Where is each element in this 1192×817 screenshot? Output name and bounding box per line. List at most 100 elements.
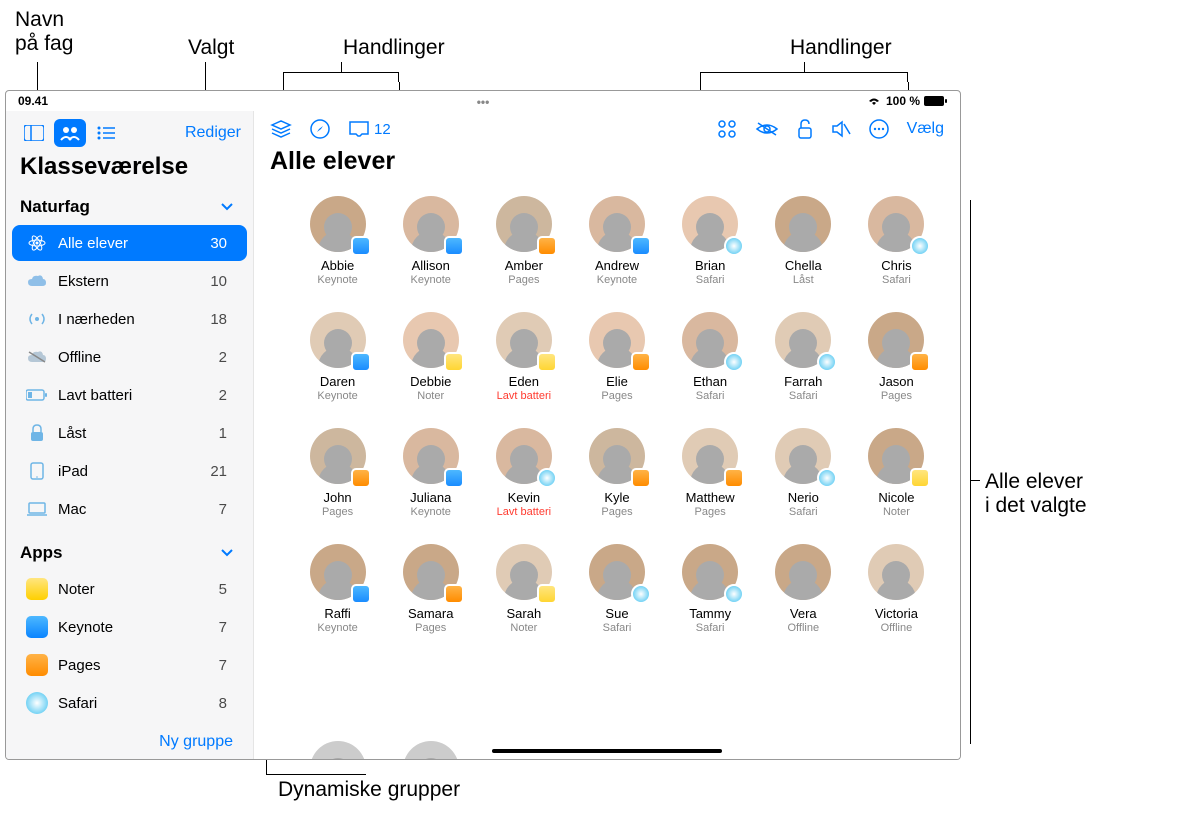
student-status: Safari: [789, 506, 818, 518]
student-card[interactable]: [387, 741, 474, 760]
callout-all-students: Alle elever i det valgte: [985, 470, 1087, 518]
avatar: [403, 741, 459, 760]
student-card[interactable]: AmberPages: [480, 196, 567, 286]
student-card[interactable]: EthanSafari: [667, 312, 754, 402]
student-status: Safari: [696, 274, 725, 286]
sidebar-item-label: Pages: [58, 657, 209, 674]
student-status: Safari: [696, 622, 725, 634]
noter-badge-icon: [910, 468, 930, 488]
edit-button[interactable]: Rediger: [185, 124, 241, 142]
view-sidebar-icon[interactable]: [18, 119, 50, 147]
sidebar-item-ipad[interactable]: iPad 21: [12, 453, 247, 489]
student-card[interactable]: SarahNoter: [480, 544, 567, 634]
keynote-badge-icon: [444, 236, 464, 256]
sidebar-item-locked[interactable]: Låst 1: [12, 415, 247, 451]
ipad-frame: 09.41 ••• 100 %: [5, 90, 961, 760]
student-grid-overflow: [254, 733, 960, 760]
callout-selected: Valgt: [188, 36, 234, 60]
new-group-button[interactable]: Ny gruppe: [6, 723, 253, 760]
student-card[interactable]: NicoleNoter: [853, 428, 940, 518]
student-card[interactable]: FarrahSafari: [760, 312, 847, 402]
student-status: Safari: [882, 274, 911, 286]
student-card[interactable]: RaffiKeynote: [294, 544, 381, 634]
student-name: Abbie: [321, 258, 354, 273]
student-card[interactable]: VeraOffline: [760, 544, 847, 634]
action-more-icon[interactable]: [869, 119, 889, 139]
action-grid-icon[interactable]: [717, 119, 737, 139]
sidebar-item-remote[interactable]: Ekstern 10: [12, 263, 247, 299]
sidebar-app-safari[interactable]: Safari 8: [12, 685, 247, 721]
student-status: Pages: [881, 390, 912, 402]
student-card[interactable]: JohnPages: [294, 428, 381, 518]
sidebar-item-lowbattery[interactable]: Lavt batteri 2: [12, 377, 247, 413]
student-card[interactable]: AndrewKeynote: [573, 196, 660, 286]
student-card[interactable]: KevinLavt batteri: [480, 428, 567, 518]
student-status: Pages: [508, 274, 539, 286]
student-name: Victoria: [875, 606, 918, 621]
action-hide-icon[interactable]: [755, 121, 779, 137]
student-card[interactable]: DarenKeynote: [294, 312, 381, 402]
student-card[interactable]: SueSafari: [573, 544, 660, 634]
action-open-app-icon[interactable]: [270, 119, 292, 139]
sidebar-item-count: 10: [210, 273, 227, 290]
student-name: Nerio: [788, 490, 819, 505]
sidebar-app-noter[interactable]: Noter 5: [12, 571, 247, 607]
view-list-icon[interactable]: [90, 119, 122, 147]
student-card[interactable]: VictoriaOffline: [853, 544, 940, 634]
sidebar-item-count: 5: [219, 581, 227, 598]
section-apps[interactable]: Apps: [6, 537, 253, 569]
student-name: Samara: [408, 606, 454, 621]
student-card[interactable]: KylePages: [573, 428, 660, 518]
student-card[interactable]: ChrisSafari: [853, 196, 940, 286]
student-card[interactable]: JulianaKeynote: [387, 428, 474, 518]
callout-subject: Navn på fag: [15, 8, 73, 56]
student-name: Nicole: [878, 490, 914, 505]
avatar: [775, 544, 831, 600]
sidebar-item-offline[interactable]: Offline 2: [12, 339, 247, 375]
action-unlock-icon[interactable]: [797, 119, 813, 139]
student-grid: AbbieKeynoteAllisonKeynoteAmberPagesAndr…: [254, 188, 960, 634]
select-button[interactable]: Vælg: [907, 120, 944, 138]
action-navigate-icon[interactable]: [310, 119, 330, 139]
student-card[interactable]: DebbieNoter: [387, 312, 474, 402]
student-card[interactable]: TammySafari: [667, 544, 754, 634]
student-status: Lavt batteri: [497, 390, 551, 402]
home-indicator[interactable]: [492, 749, 722, 753]
avatar: [775, 196, 831, 252]
status-bar: 09.41 ••• 100 %: [6, 91, 960, 111]
sidebar-app-keynote[interactable]: Keynote 7: [12, 609, 247, 645]
sidebar-item-count: 30: [210, 235, 227, 252]
sidebar-list-apps: Noter 5 Keynote 7 Pages 7 Safari 8: [6, 569, 253, 723]
student-card[interactable]: ChellaLåst: [760, 196, 847, 286]
student-card[interactable]: EdenLavt batteri: [480, 312, 567, 402]
battery-low-icon: [26, 384, 48, 406]
student-name: Matthew: [686, 490, 735, 505]
sidebar-item-all[interactable]: Alle elever 30: [12, 225, 247, 261]
sidebar-item-mac[interactable]: Mac 7: [12, 491, 247, 527]
action-mute-icon[interactable]: [831, 120, 851, 138]
section-subject[interactable]: Naturfag: [6, 191, 253, 223]
student-card[interactable]: EliePages: [573, 312, 660, 402]
student-card[interactable]: NerioSafari: [760, 428, 847, 518]
student-name: Sue: [605, 606, 628, 621]
student-card[interactable]: JasonPages: [853, 312, 940, 402]
wifi-icon: [866, 95, 882, 107]
student-card[interactable]: SamaraPages: [387, 544, 474, 634]
sidebar-item-nearby[interactable]: I nærheden 18: [12, 301, 247, 337]
signal-icon: [26, 308, 48, 330]
student-card[interactable]: [294, 741, 381, 760]
sidebar-item-count: 1: [219, 425, 227, 442]
student-card[interactable]: MatthewPages: [667, 428, 754, 518]
view-people-icon[interactable]: [54, 119, 86, 147]
student-card[interactable]: AllisonKeynote: [387, 196, 474, 286]
student-card[interactable]: BrianSafari: [667, 196, 754, 286]
student-name: Andrew: [595, 258, 639, 273]
sidebar-app-pages[interactable]: Pages 7: [12, 647, 247, 683]
student-status: Keynote: [317, 622, 357, 634]
safari-badge-icon: [817, 468, 837, 488]
sidebar-item-label: Låst: [58, 425, 209, 442]
action-inbox-icon[interactable]: 12: [348, 120, 391, 138]
pages-badge-icon: [910, 352, 930, 372]
safari-badge-icon: [910, 236, 930, 256]
student-card[interactable]: AbbieKeynote: [294, 196, 381, 286]
